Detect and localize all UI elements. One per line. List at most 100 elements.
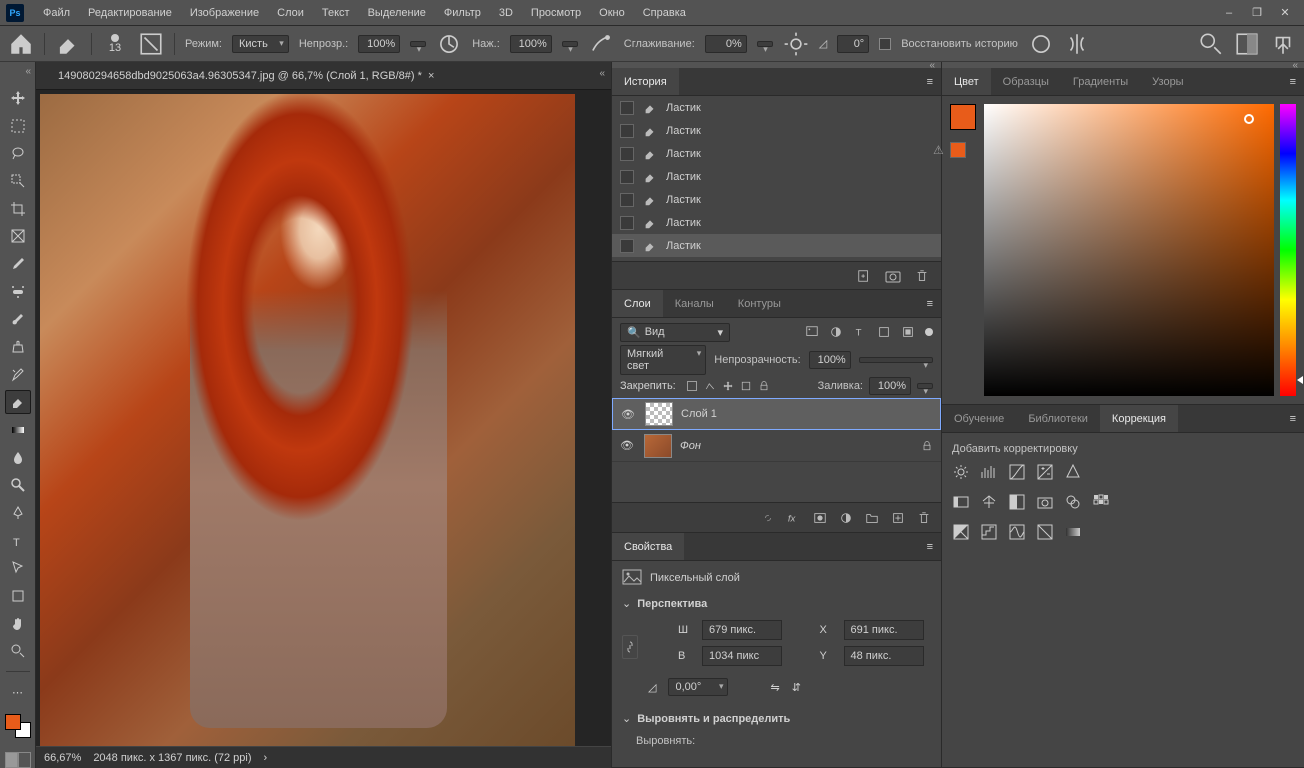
layer-opacity-dropdown[interactable] bbox=[859, 357, 933, 363]
fill-dropdown[interactable] bbox=[917, 383, 933, 389]
menu-edit[interactable]: Редактирование bbox=[79, 0, 181, 26]
window-close[interactable]: ✕ bbox=[1278, 6, 1292, 20]
layer-filter[interactable]: 🔍Вид▾ bbox=[620, 323, 730, 342]
layer-fx-icon[interactable]: fx bbox=[787, 511, 801, 525]
history-item[interactable]: Ластик bbox=[612, 165, 941, 188]
channels-tab[interactable]: Каналы bbox=[663, 290, 726, 317]
shape-tool[interactable] bbox=[5, 584, 31, 608]
link-layers-icon[interactable] bbox=[761, 511, 775, 525]
smoothing-input[interactable]: 0% bbox=[705, 35, 747, 53]
workspace-button[interactable] bbox=[1234, 31, 1260, 57]
perspective-section[interactable]: ⌄Перспектива bbox=[622, 597, 931, 610]
filter-shape-icon[interactable] bbox=[877, 325, 891, 339]
height-input[interactable]: 1034 пикс bbox=[702, 646, 782, 666]
opacity-pressure-button[interactable] bbox=[436, 31, 462, 57]
lock-position-icon[interactable] bbox=[722, 380, 734, 392]
paths-tab[interactable]: Контуры bbox=[726, 290, 793, 317]
menu-text[interactable]: Текст bbox=[313, 0, 359, 26]
lasso-tool[interactable] bbox=[5, 141, 31, 165]
patterns-tab[interactable]: Узоры bbox=[1140, 68, 1195, 95]
menu-image[interactable]: Изображение bbox=[181, 0, 268, 26]
threshold-icon[interactable] bbox=[1008, 523, 1026, 541]
history-item[interactable]: Ластик bbox=[612, 234, 941, 257]
adjustment-layer-icon[interactable] bbox=[839, 511, 853, 525]
filter-type-icon[interactable]: T bbox=[853, 325, 867, 339]
path-select-tool[interactable] bbox=[5, 557, 31, 581]
history-tab[interactable]: История bbox=[612, 68, 679, 95]
curves-icon[interactable] bbox=[1008, 463, 1026, 481]
photo-filter-icon[interactable] bbox=[1036, 493, 1054, 511]
history-brush-tool[interactable] bbox=[5, 363, 31, 387]
history-item[interactable]: Ластик bbox=[612, 188, 941, 211]
flip-vertical-icon[interactable]: ⇵ bbox=[792, 681, 801, 694]
history-menu-icon[interactable]: ≡ bbox=[919, 68, 941, 95]
clone-stamp-tool[interactable] bbox=[5, 335, 31, 359]
brush-preset[interactable]: 13 bbox=[102, 31, 128, 57]
menu-file[interactable]: Файл bbox=[34, 0, 79, 26]
layer-item[interactable]: 👁 Фон bbox=[612, 430, 941, 462]
vibrance-icon[interactable] bbox=[1064, 463, 1082, 481]
layer-thumbnail[interactable] bbox=[644, 434, 672, 458]
crop-tool[interactable] bbox=[5, 197, 31, 221]
color-tab[interactable]: Цвет bbox=[942, 68, 991, 95]
lock-all-icon[interactable] bbox=[758, 380, 770, 392]
delete-layer-icon[interactable] bbox=[917, 511, 931, 525]
adjustments-menu-icon[interactable]: ≡ bbox=[1282, 405, 1304, 432]
swatches-tab[interactable]: Образцы bbox=[991, 68, 1061, 95]
flip-horizontal-icon[interactable]: ⇋ bbox=[770, 681, 779, 694]
window-minimize[interactable]: – bbox=[1222, 6, 1236, 20]
marquee-tool[interactable] bbox=[5, 114, 31, 138]
airbrush-button[interactable] bbox=[588, 31, 614, 57]
restore-history-checkbox[interactable] bbox=[879, 38, 891, 50]
layer-thumbnail[interactable] bbox=[645, 402, 673, 426]
quick-select-tool[interactable] bbox=[5, 169, 31, 193]
hand-tool[interactable] bbox=[5, 612, 31, 636]
bw-icon[interactable] bbox=[1008, 493, 1026, 511]
filter-smart-icon[interactable] bbox=[901, 325, 915, 339]
opacity-dropdown[interactable] bbox=[410, 41, 426, 47]
color-menu-icon[interactable]: ≡ bbox=[1282, 68, 1304, 95]
opacity-input[interactable]: 100% bbox=[358, 35, 400, 53]
layers-tab[interactable]: Слои bbox=[612, 290, 663, 317]
filter-toggle[interactable] bbox=[925, 328, 933, 336]
filter-pixel-icon[interactable] bbox=[805, 325, 819, 339]
color-field[interactable] bbox=[984, 104, 1274, 396]
layer-item[interactable]: 👁 Слой 1 bbox=[612, 398, 941, 430]
exposure-icon[interactable] bbox=[1036, 463, 1054, 481]
layer-group-icon[interactable] bbox=[865, 511, 879, 525]
layer-opacity-input[interactable]: 100% bbox=[809, 351, 851, 369]
filter-adjustment-icon[interactable] bbox=[829, 325, 843, 339]
blur-tool[interactable] bbox=[5, 446, 31, 470]
libraries-tab[interactable]: Библиотеки bbox=[1016, 405, 1100, 432]
history-item[interactable]: Ластик bbox=[612, 119, 941, 142]
menu-3d[interactable]: 3D bbox=[490, 0, 522, 26]
properties-menu-icon[interactable]: ≡ bbox=[919, 533, 941, 560]
frame-tool[interactable] bbox=[5, 224, 31, 248]
color-lookup-icon[interactable] bbox=[1092, 493, 1110, 511]
healing-brush-tool[interactable] bbox=[5, 280, 31, 304]
hue-slider[interactable] bbox=[1280, 104, 1296, 396]
layer-visibility-icon[interactable]: 👁 bbox=[620, 439, 636, 452]
hue-saturation-icon[interactable] bbox=[952, 493, 970, 511]
selective-color-icon[interactable] bbox=[1036, 523, 1054, 541]
dodge-tool[interactable] bbox=[5, 474, 31, 498]
web-safe-color-swatch[interactable] bbox=[950, 142, 966, 158]
search-button[interactable] bbox=[1198, 31, 1224, 57]
brightness-icon[interactable] bbox=[952, 463, 970, 481]
width-input[interactable]: 679 пикс. bbox=[702, 620, 782, 640]
channel-mixer-icon[interactable] bbox=[1064, 493, 1082, 511]
zoom-level[interactable]: 66,67% bbox=[44, 752, 81, 764]
x-input[interactable]: 691 пикс. bbox=[844, 620, 924, 640]
menu-layers[interactable]: Слои bbox=[268, 0, 313, 26]
delete-state-icon[interactable] bbox=[915, 269, 929, 283]
rotation-input[interactable]: 0,00° bbox=[668, 678, 728, 696]
menu-filter[interactable]: Фильтр bbox=[435, 0, 490, 26]
properties-tab[interactable]: Свойства bbox=[612, 533, 684, 560]
eraser-tool-icon[interactable] bbox=[55, 31, 81, 57]
edit-toolbar-button[interactable]: ⋯ bbox=[5, 680, 31, 704]
color-balance-icon[interactable] bbox=[980, 493, 998, 511]
new-document-from-state-icon[interactable] bbox=[857, 269, 871, 283]
gradient-map-icon[interactable] bbox=[1064, 523, 1082, 541]
quick-mask-button[interactable] bbox=[5, 752, 31, 768]
align-section[interactable]: ⌄Выровнять и распределить bbox=[622, 712, 931, 725]
